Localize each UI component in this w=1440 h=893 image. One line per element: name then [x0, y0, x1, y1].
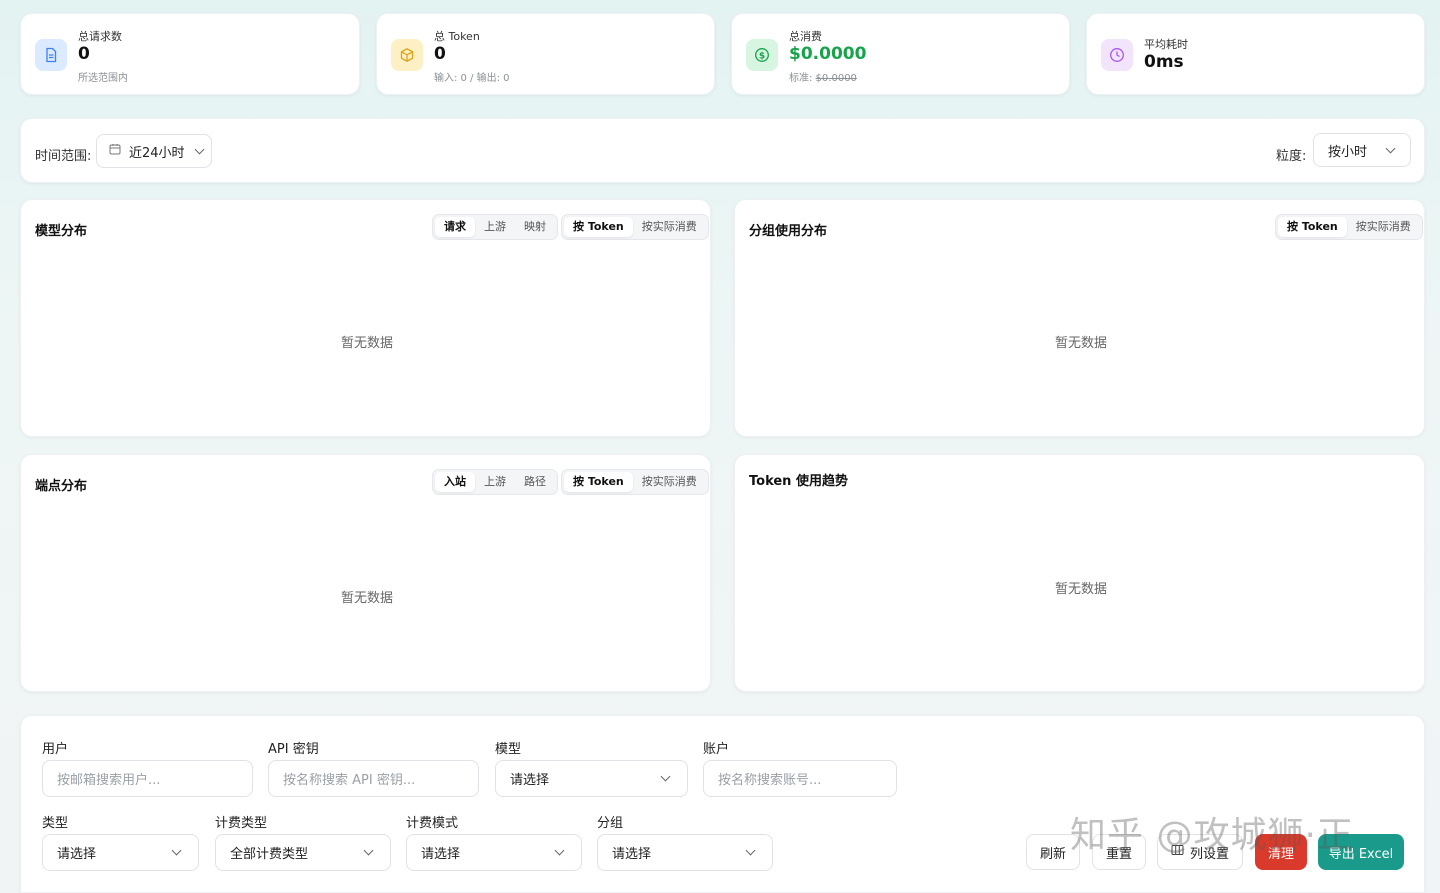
group-label: 分组: [597, 816, 624, 831]
model-unit-toggle: 按 Token 按实际消费: [561, 214, 709, 240]
empty-state: 暂无数据: [340, 336, 394, 351]
toggle-by-token[interactable]: 按 Token: [564, 472, 633, 492]
billing-mode-label: 计费模式: [406, 816, 459, 831]
account-search-input[interactable]: 按名称搜索账号...: [703, 760, 897, 797]
user-label: 用户: [42, 742, 69, 757]
stat-card-requests: 总请求数 0 所选范围内: [20, 13, 360, 95]
endpoint-distribution-card: 端点分布 入站 上游 路径 按 Token 按实际消费 暂无数据: [20, 454, 711, 692]
model-distribution-card: 模型分布 请求 上游 映射 按 Token 按实际消费 暂无数据: [20, 199, 711, 437]
dollar-icon: $: [746, 39, 778, 71]
stat-card-latency: 平均耗时 0ms: [1086, 13, 1425, 95]
chevron-down-icon: [194, 144, 204, 154]
reset-button[interactable]: 重置: [1092, 834, 1146, 870]
stat-sub: 标准: $0.0000: [789, 69, 857, 84]
toggle-by-token[interactable]: 按 Token: [1278, 217, 1347, 237]
calendar-icon: [109, 143, 121, 159]
stat-sub: 输入: 0 / 输出: 0: [434, 73, 510, 84]
clear-label: 清理: [1267, 846, 1294, 862]
toggle-request[interactable]: 请求: [435, 217, 475, 237]
stat-card-tokens: 总 Token 0 输入: 0 / 输出: 0: [376, 13, 715, 95]
billing-type-label: 计费类型: [215, 816, 268, 831]
stat-value: 0: [434, 44, 446, 64]
stat-label: 总消费: [789, 30, 822, 43]
stat-sub-strike: $0.0000: [815, 73, 857, 84]
billing-type-select[interactable]: 全部计费类型: [215, 834, 391, 871]
time-range-value: 近24小时: [129, 145, 185, 161]
stat-value: 0: [78, 44, 90, 64]
billing-type-value: 全部计费类型: [230, 847, 309, 862]
columns-icon: [1171, 844, 1184, 860]
billing-mode-value: 请选择: [421, 847, 461, 862]
column-settings-label: 列设置: [1189, 846, 1229, 862]
filter-bar: 时间范围: 近24小时 粒度: 按小时: [20, 118, 1425, 183]
group-select[interactable]: 请选择: [597, 834, 773, 871]
chart-title: 分组使用分布: [749, 224, 828, 239]
type-select[interactable]: 请选择: [42, 834, 199, 871]
account-label: 账户: [703, 742, 730, 757]
clear-button[interactable]: 清理: [1255, 834, 1307, 870]
token-trend-card: Token 使用趋势 暂无数据: [734, 454, 1425, 692]
empty-state: 暂无数据: [1054, 336, 1108, 351]
chevron-down-icon: [1385, 143, 1396, 153]
cube-icon: [391, 39, 423, 71]
toggle-by-cost[interactable]: 按实际消费: [1347, 217, 1420, 237]
stat-sub: 所选范围内: [78, 73, 128, 84]
type-label: 类型: [42, 816, 69, 831]
chevron-down-icon: [363, 845, 374, 856]
stat-value: 0ms: [1144, 52, 1184, 72]
stat-label: 平均耗时: [1144, 38, 1188, 51]
chevron-down-icon: [171, 845, 182, 856]
stat-sub-prefix: 标准:: [789, 73, 816, 84]
model-metric-toggle: 请求 上游 映射: [432, 214, 558, 240]
document-icon: [35, 39, 67, 71]
svg-text:$: $: [759, 51, 765, 61]
group-distribution-card: 分组使用分布 按 Token 按实际消费 暂无数据: [734, 199, 1425, 437]
granularity-value: 按小时: [1328, 144, 1368, 160]
toggle-inbound[interactable]: 入站: [435, 472, 475, 492]
chevron-down-icon: [660, 771, 671, 782]
empty-state: 暂无数据: [1054, 582, 1108, 597]
toggle-mapping[interactable]: 映射: [515, 217, 555, 237]
column-settings-button[interactable]: 列设置: [1157, 834, 1243, 870]
toggle-upstream[interactable]: 上游: [475, 217, 515, 237]
stat-value: $0.0000: [789, 44, 867, 64]
clock-icon: [1101, 39, 1133, 71]
refresh-button[interactable]: 刷新: [1026, 834, 1080, 870]
chart-title: 端点分布: [35, 479, 88, 494]
model-select[interactable]: 请选择: [495, 760, 688, 797]
toggle-by-token[interactable]: 按 Token: [564, 217, 633, 237]
type-select-value: 请选择: [57, 847, 97, 862]
api-key-label: API 密钥: [268, 742, 319, 757]
group-unit-toggle: 按 Token 按实际消费: [1275, 214, 1423, 240]
export-excel-label: 导出 Excel: [1328, 846, 1394, 862]
export-excel-button[interactable]: 导出 Excel: [1318, 834, 1404, 870]
refresh-label: 刷新: [1039, 846, 1066, 862]
toggle-by-cost[interactable]: 按实际消费: [633, 472, 706, 492]
toggle-path[interactable]: 路径: [515, 472, 555, 492]
model-label: 模型: [495, 742, 522, 757]
time-range-label: 时间范围:: [35, 149, 92, 164]
time-range-select[interactable]: 近24小时: [96, 134, 212, 168]
toggle-upstream[interactable]: 上游: [475, 472, 515, 492]
granularity-select[interactable]: 按小时: [1313, 133, 1411, 167]
group-select-value: 请选择: [612, 847, 652, 862]
api-key-search-input[interactable]: 按名称搜索 API 密钥...: [268, 760, 479, 797]
stat-label: 总 Token: [434, 30, 480, 43]
granularity-label: 粒度:: [1276, 149, 1307, 164]
chart-title: Token 使用趋势: [749, 474, 848, 489]
chevron-down-icon: [554, 845, 565, 856]
user-search-input[interactable]: 按邮箱搜索用户...: [42, 760, 253, 797]
endpoint-metric-toggle: 入站 上游 路径: [432, 469, 558, 495]
chevron-down-icon: [745, 845, 756, 856]
chart-title: 模型分布: [35, 224, 88, 239]
stat-card-cost: $ 总消费 $0.0000 标准: $0.0000: [731, 13, 1070, 95]
reset-label: 重置: [1105, 846, 1132, 862]
toggle-by-cost[interactable]: 按实际消费: [633, 217, 706, 237]
stat-label: 总请求数: [78, 30, 122, 43]
model-select-value: 请选择: [510, 773, 550, 788]
empty-state: 暂无数据: [340, 591, 394, 606]
billing-mode-select[interactable]: 请选择: [406, 834, 582, 871]
endpoint-unit-toggle: 按 Token 按实际消费: [561, 469, 709, 495]
